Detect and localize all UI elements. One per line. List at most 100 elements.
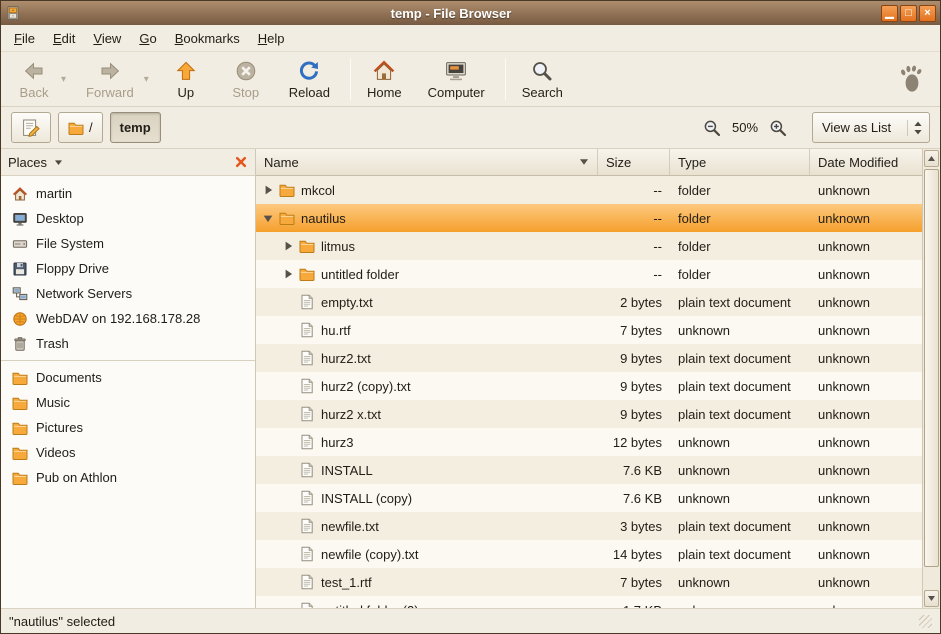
- stop-button[interactable]: Stop: [221, 55, 271, 103]
- scrollbar-track[interactable]: [924, 168, 939, 589]
- cell-date-modified: unknown: [810, 260, 922, 288]
- zoom-out-button[interactable]: [703, 119, 721, 137]
- sidebar-item-pub-on-athlon[interactable]: Pub on Athlon: [1, 465, 255, 490]
- sidebar-item-videos[interactable]: Videos: [1, 440, 255, 465]
- menu-item-help[interactable]: Help: [249, 27, 294, 50]
- forward-group: Forward▾: [78, 55, 151, 103]
- menu-item-view[interactable]: View: [84, 27, 130, 50]
- file-row-hurz2-x-txt[interactable]: hurz2 x.txt9 bytesplain text documentunk…: [256, 400, 922, 428]
- up-button[interactable]: Up: [161, 55, 211, 103]
- cell-type: unknown: [670, 456, 810, 484]
- file-row-hu-rtf[interactable]: hu.rtf7 bytesunknownunknown: [256, 316, 922, 344]
- file-row-untitled-folder-2[interactable]: untitled folder (2)1.7 KBunknownunknown: [256, 596, 922, 608]
- zoom-in-button[interactable]: [769, 119, 787, 137]
- folder-icon: [12, 370, 28, 386]
- file-row-install-copy[interactable]: INSTALL (copy)7.6 KBunknownunknown: [256, 484, 922, 512]
- column-header-name[interactable]: Name: [256, 149, 598, 175]
- minimize-button[interactable]: ▁: [881, 5, 898, 22]
- cell-type: unknown: [670, 316, 810, 344]
- file-row-test-1-rtf[interactable]: test_1.rtf7 bytesunknownunknown: [256, 568, 922, 596]
- folder-icon: [279, 182, 295, 198]
- file-row-newfile-copy-txt[interactable]: newfile (copy).txt14 bytesplain text doc…: [256, 540, 922, 568]
- main-area: Places martinDesktopFile SystemFloppy Dr…: [1, 149, 940, 608]
- path-button-root[interactable]: /: [58, 112, 103, 143]
- expander-collapsed-icon[interactable]: [282, 240, 294, 252]
- cell-size: 3 bytes: [598, 512, 670, 540]
- scrollbar-down-button[interactable]: [924, 590, 939, 607]
- file-row-untitled-folder[interactable]: untitled folder--folderunknown: [256, 260, 922, 288]
- toggle-location-entry-button[interactable]: [11, 112, 51, 143]
- edit-location-icon: [21, 118, 41, 138]
- back-button[interactable]: Back: [9, 55, 59, 103]
- file-row-litmus[interactable]: litmus--folderunknown: [256, 232, 922, 260]
- path-button-current[interactable]: temp: [110, 112, 161, 143]
- sidebar-item-documents[interactable]: Documents: [1, 365, 255, 390]
- close-button[interactable]: ×: [919, 5, 936, 22]
- reload-button[interactable]: Reload: [281, 55, 338, 103]
- file-row-hurz2-copy-txt[interactable]: hurz2 (copy).txt9 bytesplain text docume…: [256, 372, 922, 400]
- scrollbar-thumb[interactable]: [924, 169, 939, 567]
- view-mode-select[interactable]: View as List: [812, 112, 930, 143]
- sidebar-item-file-system[interactable]: File System: [1, 231, 255, 256]
- close-sidebar-button[interactable]: [234, 155, 248, 169]
- cell-type: unknown: [670, 596, 810, 608]
- file-name: hurz2 (copy).txt: [321, 379, 411, 394]
- file-row-nautilus[interactable]: nautilus--folderunknown: [256, 204, 922, 232]
- resize-grip[interactable]: [919, 615, 932, 628]
- trash-icon: [12, 336, 28, 352]
- toolbar-buttons: Back▾Forward▾UpStopReloadHomeComputerSea…: [9, 52, 581, 106]
- menu-item-edit[interactable]: Edit: [44, 27, 84, 50]
- sidebar-item-music[interactable]: Music: [1, 390, 255, 415]
- sidebar-item-pictures[interactable]: Pictures: [1, 415, 255, 440]
- sidebar-item-floppy-drive[interactable]: Floppy Drive: [1, 256, 255, 281]
- path-root-label: /: [89, 120, 93, 135]
- cell-type: folder: [670, 204, 810, 232]
- sidebar-item-label: Videos: [36, 445, 76, 460]
- file-row-hurz3[interactable]: hurz312 bytesunknownunknown: [256, 428, 922, 456]
- menu-item-go[interactable]: Go: [130, 27, 165, 50]
- toolbar-button-label: Reload: [289, 85, 330, 100]
- computer-button[interactable]: Computer: [420, 55, 493, 103]
- cell-name: hurz2 (copy).txt: [256, 372, 598, 400]
- sidebar-item-desktop[interactable]: Desktop: [1, 206, 255, 231]
- vertical-scrollbar[interactable]: [922, 149, 940, 608]
- file-row-empty-txt[interactable]: empty.txt2 bytesplain text documentunkno…: [256, 288, 922, 316]
- expander-collapsed-icon[interactable]: [262, 184, 274, 196]
- column-header-type[interactable]: Type: [670, 149, 810, 175]
- maximize-button[interactable]: □: [900, 5, 917, 22]
- cell-name: untitled folder: [256, 260, 598, 288]
- expander-expanded-icon[interactable]: [262, 212, 274, 224]
- places-menu-button[interactable]: Places: [8, 155, 63, 170]
- file-row-newfile-txt[interactable]: newfile.txt3 bytesplain text documentunk…: [256, 512, 922, 540]
- folder-icon: [12, 420, 28, 436]
- toolbar-button-label: Computer: [428, 85, 485, 100]
- forward-dropdown-arrow[interactable]: ▾: [142, 74, 151, 85]
- forward-icon: [98, 59, 122, 83]
- expander-spacer: [282, 520, 294, 532]
- file-row-mkcol[interactable]: mkcol--folderunknown: [256, 176, 922, 204]
- sidebar-item-label: WebDAV on 192.168.178.28: [36, 311, 200, 326]
- menu-item-bookmarks[interactable]: Bookmarks: [166, 27, 249, 50]
- expander-collapsed-icon[interactable]: [282, 268, 294, 280]
- folder-icon: [68, 120, 84, 136]
- sidebar-item-label: Network Servers: [36, 286, 132, 301]
- file-name: mkcol: [301, 183, 335, 198]
- column-header-date-modified[interactable]: Date Modified: [810, 149, 922, 175]
- scrollbar-up-button[interactable]: [924, 150, 939, 167]
- sidebar-item-webdav-on-192-168-178-28[interactable]: WebDAV on 192.168.178.28: [1, 306, 255, 331]
- file-row-install[interactable]: INSTALL7.6 KBunknownunknown: [256, 456, 922, 484]
- menubar: FileEditViewGoBookmarksHelp: [1, 25, 940, 52]
- sidebar-item-martin[interactable]: martin: [1, 181, 255, 206]
- dropdown-arrow-icon: [54, 159, 63, 166]
- menu-item-file[interactable]: File: [5, 27, 44, 50]
- sidebar-item-trash[interactable]: Trash: [1, 331, 255, 356]
- column-header-size[interactable]: Size: [598, 149, 670, 175]
- home-button[interactable]: Home: [359, 55, 410, 103]
- forward-button[interactable]: Forward: [78, 55, 142, 103]
- desktop-icon: [12, 211, 28, 227]
- back-dropdown-arrow[interactable]: ▾: [59, 74, 68, 85]
- cell-name: hurz2 x.txt: [256, 400, 598, 428]
- search-button[interactable]: Search: [514, 55, 571, 103]
- file-row-hurz2-txt[interactable]: hurz2.txt9 bytesplain text documentunkno…: [256, 344, 922, 372]
- sidebar-item-network-servers[interactable]: Network Servers: [1, 281, 255, 306]
